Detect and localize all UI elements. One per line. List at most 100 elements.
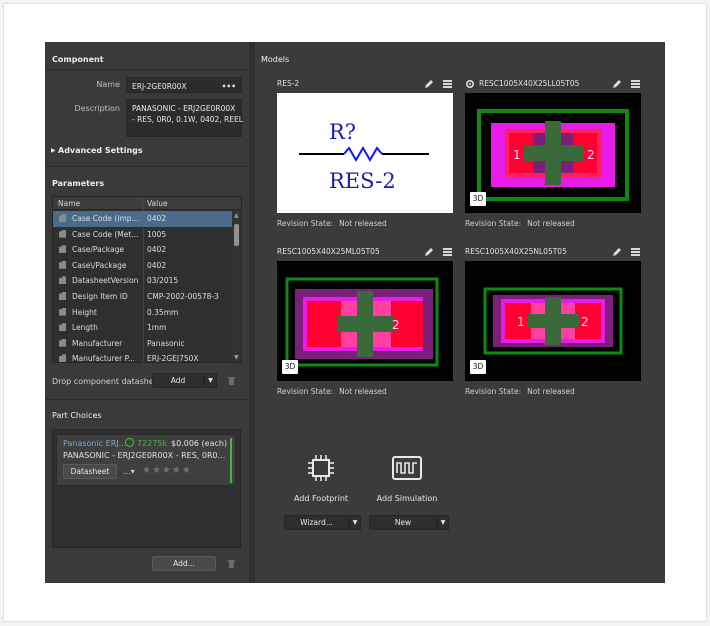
part-choice-item[interactable]: Panasonic ERJ... 72275k $0.006 (each) PA… bbox=[56, 434, 236, 486]
footprint-drawing: 1 2 bbox=[477, 109, 629, 201]
3d-view-button[interactable]: 3D bbox=[470, 360, 486, 374]
column-header-name[interactable]: Name bbox=[58, 199, 80, 208]
table-row[interactable]: Manufacturer P... ERJ-2GEJ750X bbox=[53, 351, 234, 362]
parameter-value[interactable]: 0402 bbox=[147, 261, 166, 270]
footprint-preview[interactable]: 2 3D bbox=[277, 261, 453, 381]
advanced-settings-toggle[interactable]: Advanced Settings bbox=[58, 146, 143, 155]
parameter-value[interactable]: ERJ-2GEJ750X bbox=[147, 354, 199, 362]
revision-state: Revision State: Not released bbox=[465, 387, 575, 396]
table-row[interactable]: Height 0.35mm bbox=[53, 305, 234, 321]
svg-text:2: 2 bbox=[581, 315, 589, 329]
table-row[interactable]: Manufacturer Panasonic bbox=[53, 336, 234, 352]
parameter-value[interactable]: 0402 bbox=[147, 245, 166, 254]
footprint-wizard-button[interactable]: Wizard... bbox=[284, 515, 349, 530]
chip-icon[interactable] bbox=[306, 453, 336, 483]
model-menu-icon[interactable] bbox=[443, 80, 452, 88]
parameter-value[interactable]: 03/2015 bbox=[147, 276, 178, 285]
model-menu-icon[interactable] bbox=[631, 80, 640, 88]
footprint-preview[interactable]: 1 2 3D bbox=[465, 93, 641, 213]
symbol-preview[interactable]: R? RES-2 bbox=[277, 93, 453, 213]
parameter-name: Case\/Package bbox=[72, 260, 127, 270]
scrollbar-thumb[interactable] bbox=[234, 224, 239, 246]
add-footprint-label[interactable]: Add Footprint bbox=[290, 494, 352, 503]
add-simulation-label[interactable]: Add Simulation bbox=[375, 494, 439, 503]
parameter-type-icon bbox=[59, 323, 66, 332]
delete-parameter-icon[interactable] bbox=[228, 377, 235, 385]
parameter-type-icon bbox=[59, 276, 66, 285]
parameter-value[interactable]: 1005 bbox=[147, 230, 166, 239]
edit-pencil-icon[interactable] bbox=[424, 79, 434, 89]
parameter-type-icon bbox=[59, 245, 66, 254]
new-simulation-dropdown[interactable]: ▼ bbox=[437, 515, 449, 530]
table-row[interactable]: Design Item ID CMP-2002-00578-3 bbox=[53, 289, 234, 305]
edit-pencil-icon[interactable] bbox=[612, 79, 622, 89]
parameter-name: Height bbox=[72, 307, 97, 317]
delete-part-choice-icon[interactable] bbox=[228, 560, 235, 568]
parameter-name: DatasheetVersion bbox=[72, 276, 139, 286]
stock-count: 72275k bbox=[137, 439, 168, 448]
gear-icon[interactable] bbox=[465, 79, 475, 89]
parameter-value[interactable]: CMP-2002-00578-3 bbox=[147, 292, 219, 301]
table-row[interactable]: Case\/Package 0402 bbox=[53, 258, 234, 274]
part-choices-list: Panasonic ERJ... 72275k $0.006 (each) PA… bbox=[52, 429, 241, 548]
rating-stars[interactable]: ★★★★★ bbox=[142, 465, 192, 476]
table-row[interactable]: DatasheetVersion 03/2015 bbox=[53, 273, 234, 289]
part-more-menu[interactable]: ...▾ bbox=[123, 467, 135, 476]
add-part-choice-button[interactable]: Add... bbox=[152, 556, 216, 571]
scroll-down-icon[interactable]: ▼ bbox=[234, 354, 239, 361]
edit-pencil-icon[interactable] bbox=[424, 247, 434, 257]
parameter-type-icon bbox=[59, 338, 66, 347]
parameter-name: Case Code (Met... bbox=[72, 229, 139, 239]
3d-view-button[interactable]: 3D bbox=[470, 192, 486, 206]
footprint-preview[interactable]: 1 2 3D bbox=[465, 261, 641, 381]
table-row[interactable]: Case/Package 0402 bbox=[53, 242, 234, 258]
parameter-name: Design Item ID bbox=[72, 292, 128, 301]
datasheet-button[interactable]: Datasheet bbox=[63, 464, 117, 479]
parameter-name: Length bbox=[72, 323, 98, 333]
parameter-value[interactable]: 0.35mm bbox=[147, 308, 178, 317]
section-divider bbox=[45, 399, 249, 400]
table-row[interactable]: Case Code (Imp... 0402 bbox=[53, 211, 234, 227]
model-menu-icon[interactable] bbox=[443, 248, 452, 256]
parameter-value[interactable]: Panasonic bbox=[147, 339, 185, 348]
parameter-value[interactable]: 0402 bbox=[147, 214, 166, 223]
edit-pencil-icon[interactable] bbox=[612, 247, 622, 257]
footprint-drawing: 1 2 bbox=[483, 287, 623, 355]
model-menu-icon[interactable] bbox=[631, 248, 640, 256]
name-label: Name bbox=[96, 80, 120, 89]
add-parameter-button[interactable]: Add bbox=[152, 373, 204, 388]
revision-state: Revision State: Not released bbox=[465, 219, 575, 228]
table-header: Name Value bbox=[53, 197, 241, 210]
model-title-footprint: RESC1005X40X25LL05T05 bbox=[479, 79, 580, 88]
svg-text:1: 1 bbox=[513, 148, 521, 162]
name-more-button[interactable]: ••• bbox=[222, 81, 236, 92]
section-divider bbox=[45, 69, 249, 70]
revision-state: Revision State: Not released bbox=[277, 387, 387, 396]
table-row[interactable]: Case Code (Met... 1005 bbox=[53, 227, 234, 243]
new-simulation-button[interactable]: New bbox=[369, 515, 437, 530]
designator-text: R? bbox=[329, 120, 356, 144]
parameters-table[interactable]: Name Value Case Code (Imp... 0402 Case Cod… bbox=[52, 196, 242, 363]
supplier-name[interactable]: Panasonic ERJ... bbox=[63, 439, 126, 448]
component-section-title: Component bbox=[52, 55, 104, 64]
parameter-type-icon bbox=[59, 214, 66, 222]
scroll-up-icon[interactable]: ▲ bbox=[234, 212, 239, 219]
column-header-value[interactable]: Value bbox=[147, 199, 168, 208]
name-field[interactable]: ERJ-2GE0R00X ••• bbox=[126, 77, 242, 93]
footprint-drawing: 2 bbox=[285, 277, 439, 367]
parameters-scrollbar[interactable]: ▲ ▼ bbox=[232, 210, 241, 362]
3d-view-button[interactable]: 3D bbox=[282, 360, 298, 374]
simulation-icon[interactable] bbox=[391, 453, 423, 483]
expand-arrow-icon[interactable]: ▶ bbox=[51, 147, 56, 154]
description-field[interactable]: PANASONIC - ERJ2GE0R00X - RES, 0R0, 0.1W… bbox=[126, 99, 243, 137]
svg-text:2: 2 bbox=[392, 318, 400, 332]
description-line-2: - RES, 0R0, 0.1W, 0402, REEL bbox=[132, 115, 243, 124]
parameter-type-icon bbox=[59, 292, 66, 300]
add-parameter-dropdown[interactable]: ▼ bbox=[204, 373, 217, 388]
svg-text:1: 1 bbox=[517, 315, 525, 329]
model-title-symbol: RES-2 bbox=[277, 79, 300, 88]
parameter-value[interactable]: 1mm bbox=[147, 323, 166, 332]
table-row[interactable]: Length 1mm bbox=[53, 320, 234, 336]
parameter-name: Manufacturer bbox=[72, 338, 123, 348]
footprint-wizard-dropdown[interactable]: ▼ bbox=[349, 515, 361, 530]
